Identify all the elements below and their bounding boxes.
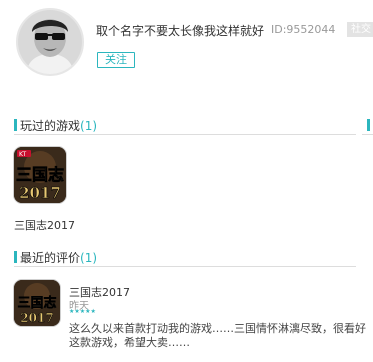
section-accent-bar: [14, 251, 17, 263]
divider: [14, 134, 356, 135]
avatar-image: [18, 10, 82, 74]
section-accent-bar: [14, 119, 17, 131]
social-chip: 社交: [347, 22, 373, 37]
follow-button[interactable]: 关注: [97, 52, 135, 68]
username: 取个名字不要太长像我这样就好: [96, 24, 265, 38]
rating-stars: ★★★★★: [69, 308, 96, 315]
game-icon-title: 三国志: [16, 165, 64, 184]
divider: [362, 134, 373, 135]
played-section-title: 玩过的游戏(1): [20, 119, 98, 133]
review-icon-year: 2017: [20, 311, 53, 325]
game-icon-year: 2017: [19, 184, 61, 202]
review-game-icon[interactable]: 三国志 2017: [14, 280, 60, 326]
reviews-count: 1: [84, 251, 93, 265]
avatar[interactable]: [16, 8, 84, 76]
review-icon-title: 三国志: [17, 295, 56, 311]
side-section-accent-bar: [367, 119, 370, 131]
svg-text:KT: KT: [19, 151, 26, 158]
reviews-section-label: 最近的评价: [20, 251, 81, 265]
user-id: ID:9552044: [271, 23, 336, 36]
played-count: 1: [84, 119, 93, 133]
game-icon[interactable]: KT 三国志 2017: [14, 147, 66, 203]
game-name[interactable]: 三国志2017: [14, 217, 75, 233]
review-content: 这么久以来首款打动我的游戏……三国情怀淋漓尽致，很看好这款游戏，希望大卖……: [69, 322, 366, 349]
played-section-label: 玩过的游戏: [20, 119, 81, 133]
divider: [14, 266, 356, 267]
reviews-section-title: 最近的评价(1): [20, 251, 98, 265]
